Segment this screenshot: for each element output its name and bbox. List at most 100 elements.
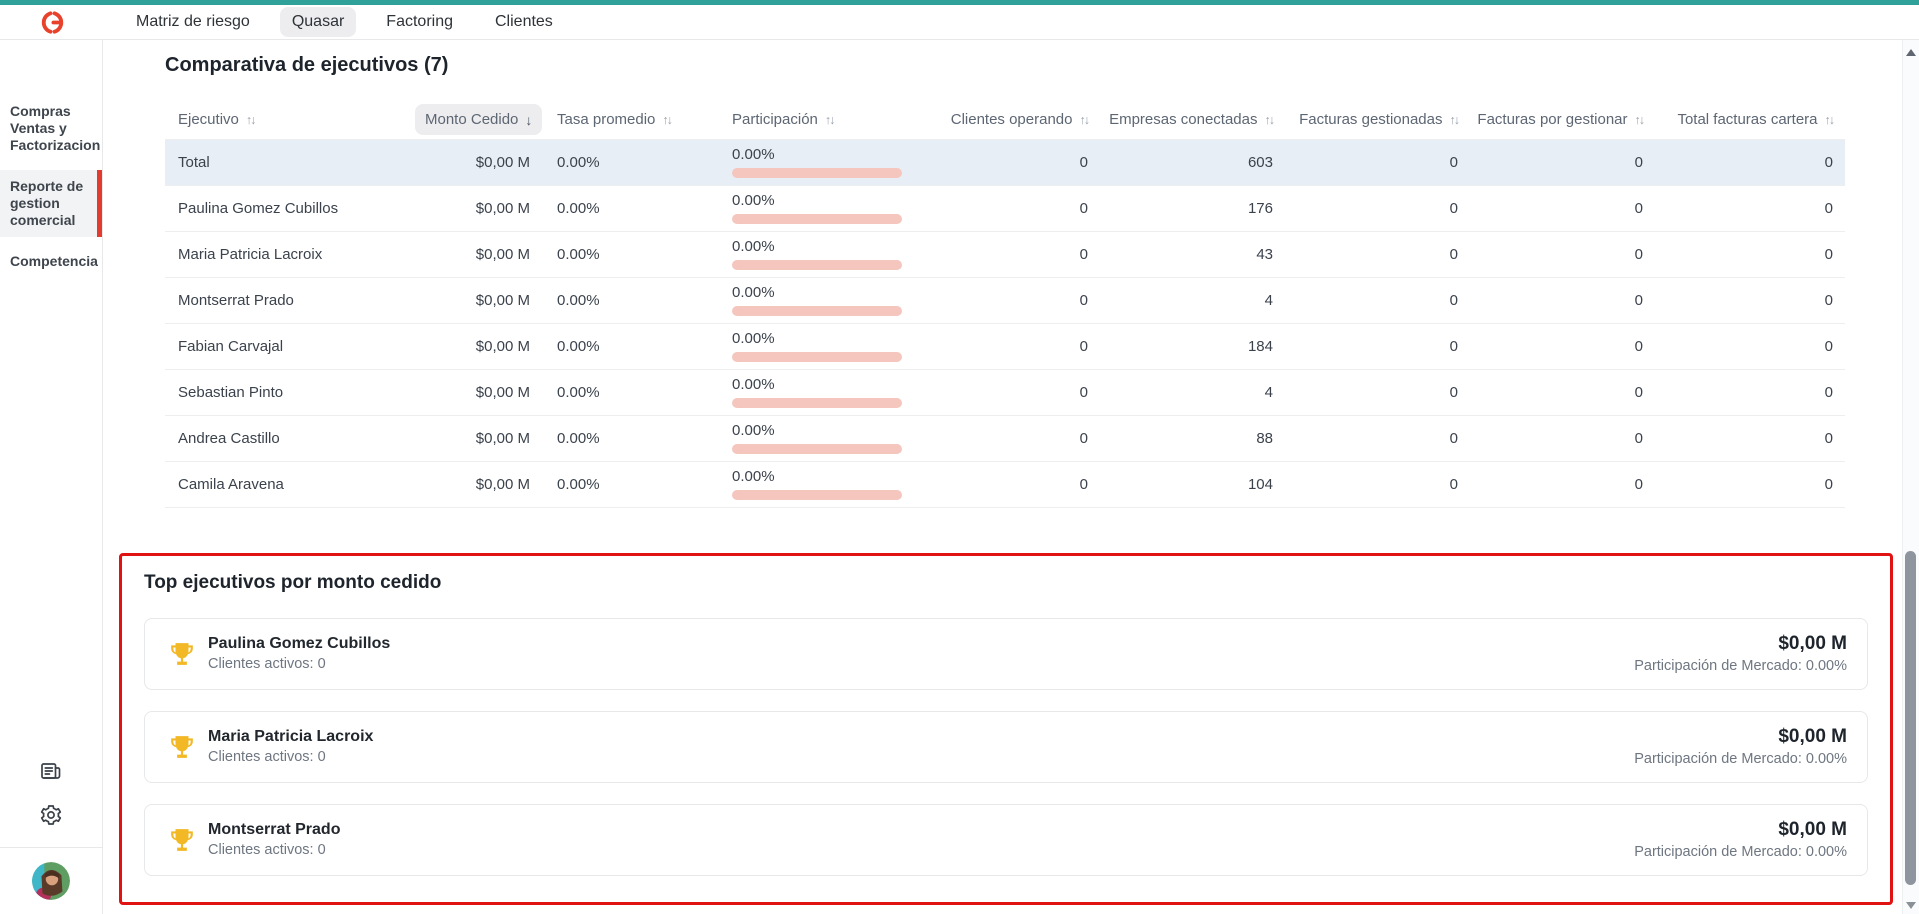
table-row-paulina-gomez-cubillos: Paulina Gomez Cubillos$0,00 M0.00%0.00%0… — [165, 185, 1845, 231]
cell-participacion: 0.00% — [715, 277, 905, 323]
sidebar-item-compras-ventas-y-factorizacion[interactable]: Compras Ventas y Factorizacion — [0, 95, 102, 162]
cell-participacion: 0.00% — [715, 185, 905, 231]
market-share-label: Participación de Mercado: 0.00% — [1634, 751, 1847, 767]
ceded-amount: $0,00 M — [1634, 819, 1847, 841]
table-body: Total$0,00 M0.00%0.00%0603000Paulina Gom… — [165, 139, 1845, 507]
cell-clientes: 0 — [905, 231, 1100, 277]
executives-table: Ejecutivo ↑↓ Monto Cedido ↓ Tasa promedi… — [165, 101, 1845, 508]
cell-participacion: 0.00% — [715, 139, 905, 185]
page-title: Comparativa de ejecutivos (7) — [165, 54, 1845, 77]
scrollbar-thumb[interactable] — [1905, 551, 1916, 885]
cell-empresas: 43 — [1100, 231, 1285, 277]
cell-ejecutivo: Camila Aravena — [165, 461, 415, 507]
cell-cartera: 0 — [1655, 231, 1845, 277]
nav-item-factoring[interactable]: Factoring — [374, 7, 465, 37]
column-header-ejecutivo[interactable]: Ejecutivo ↑↓ — [165, 101, 415, 139]
cell-empresas: 88 — [1100, 415, 1285, 461]
column-label: Participación — [732, 111, 818, 128]
column-label: Facturas por gestionar — [1477, 111, 1627, 128]
scroll-down-icon[interactable] — [1906, 902, 1916, 909]
table-row-maria-patricia-lacroix: Maria Patricia Lacroix$0,00 M0.00%0.00%0… — [165, 231, 1845, 277]
table-row-sebastian-pinto: Sebastian Pinto$0,00 M0.00%0.00%04000 — [165, 369, 1845, 415]
cell-gestionadas: 0 — [1285, 231, 1470, 277]
gear-icon[interactable] — [29, 793, 73, 837]
user-avatar[interactable] — [32, 862, 70, 900]
cell-empresas: 4 — [1100, 277, 1285, 323]
cell-por_gestionar: 0 — [1470, 461, 1655, 507]
cell-monto: $0,00 M — [415, 231, 540, 277]
cell-monto: $0,00 M — [415, 185, 540, 231]
nav-item-matriz-de-riesgo[interactable]: Matriz de riesgo — [124, 7, 262, 37]
cell-empresas: 176 — [1100, 185, 1285, 231]
top-nav: Matriz de riesgo Quasar Factoring Client… — [0, 5, 1919, 40]
market-share-label: Participación de Mercado: 0.00% — [1634, 658, 1847, 674]
column-header-empresas-conectadas[interactable]: Empresas conectadas ↑↓ — [1100, 101, 1285, 139]
sort-icon[interactable]: ↑↓ — [1265, 113, 1274, 127]
sort-icon[interactable]: ↑↓ — [246, 113, 255, 127]
cell-por_gestionar: 0 — [1470, 277, 1655, 323]
column-label: Monto Cedido — [425, 111, 518, 128]
participation-value: 0.00% — [732, 330, 775, 347]
column-label: Clientes operando — [951, 111, 1073, 128]
cell-cartera: 0 — [1655, 185, 1845, 231]
cell-tasa: 0.00% — [540, 277, 715, 323]
top-executive-card-montserrat-prado: Montserrat Prado Clientes activos: 0 $0,… — [144, 804, 1868, 876]
column-header-total-facturas-cartera[interactable]: Total facturas cartera ↑↓ — [1655, 101, 1845, 139]
brand-logo-icon[interactable] — [38, 8, 66, 36]
column-header-participaci-n[interactable]: Participación ↑↓ — [715, 101, 905, 139]
cell-clientes: 0 — [905, 139, 1100, 185]
column-label: Tasa promedio — [557, 111, 655, 128]
participation-value: 0.00% — [732, 468, 775, 485]
nav-item-quasar[interactable]: Quasar — [280, 7, 356, 37]
top-executive-card-maria-patricia-lacroix: Maria Patricia Lacroix Clientes activos:… — [144, 711, 1868, 783]
sidebar-item-competencia[interactable]: Competencia — [0, 245, 102, 278]
column-header-facturas-por-gestionar[interactable]: Facturas por gestionar ↑↓ — [1470, 101, 1655, 139]
sort-icon[interactable]: ↑↓ — [825, 113, 834, 127]
sidebar-item-reporte-de-gestion-comercial[interactable]: Reporte de gestion comercial — [0, 170, 102, 237]
table-row-montserrat-prado: Montserrat Prado$0,00 M0.00%0.00%04000 — [165, 277, 1845, 323]
column-header-tasa-promedio[interactable]: Tasa promedio ↑↓ — [540, 101, 715, 139]
cell-cartera: 0 — [1655, 139, 1845, 185]
cell-ejecutivo: Maria Patricia Lacroix — [165, 231, 415, 277]
sort-icon[interactable]: ↑↓ — [662, 113, 671, 127]
executives-table-section: Comparativa de ejecutivos (7) Ejecutivo … — [103, 40, 1902, 508]
participation-value: 0.00% — [732, 284, 775, 301]
column-header-monto-cedido[interactable]: Monto Cedido ↓ — [415, 101, 540, 139]
cell-por_gestionar: 0 — [1470, 139, 1655, 185]
news-icon[interactable] — [29, 749, 73, 793]
cell-clientes: 0 — [905, 369, 1100, 415]
cell-clientes: 0 — [905, 277, 1100, 323]
sort-icon[interactable]: ↓ — [525, 112, 532, 128]
participation-value: 0.00% — [732, 376, 775, 393]
column-header-facturas-gestionadas[interactable]: Facturas gestionadas ↑↓ — [1285, 101, 1470, 139]
sort-icon[interactable]: ↑↓ — [1080, 113, 1089, 127]
cell-participacion: 0.00% — [715, 369, 905, 415]
trophy-icon — [169, 827, 195, 853]
scroll-up-icon[interactable] — [1906, 49, 1916, 56]
cell-por_gestionar: 0 — [1470, 323, 1655, 369]
cell-ejecutivo: Andrea Castillo — [165, 415, 415, 461]
sort-icon[interactable]: ↑↓ — [1825, 113, 1834, 127]
main-content: Comparativa de ejecutivos (7) Ejecutivo … — [103, 40, 1902, 914]
participation-bar — [732, 306, 902, 316]
cell-gestionadas: 0 — [1285, 461, 1470, 507]
cell-tasa: 0.00% — [540, 185, 715, 231]
cell-gestionadas: 0 — [1285, 277, 1470, 323]
top-executives-section: Top ejecutivos por monto cedido Paulina … — [119, 553, 1893, 905]
cell-monto: $0,00 M — [415, 323, 540, 369]
table-row-andrea-castillo: Andrea Castillo$0,00 M0.00%0.00%088000 — [165, 415, 1845, 461]
sort-icon[interactable]: ↑↓ — [1635, 113, 1644, 127]
cell-participacion: 0.00% — [715, 323, 905, 369]
participation-bar — [732, 260, 902, 270]
vertical-scrollbar[interactable] — [1902, 40, 1919, 914]
table-row-total: Total$0,00 M0.00%0.00%0603000 — [165, 139, 1845, 185]
sort-icon[interactable]: ↑↓ — [1450, 113, 1459, 127]
cell-ejecutivo: Montserrat Prado — [165, 277, 415, 323]
table-row-fabian-carvajal: Fabian Carvajal$0,00 M0.00%0.00%0184000 — [165, 323, 1845, 369]
cell-gestionadas: 0 — [1285, 415, 1470, 461]
column-header-clientes-operando[interactable]: Clientes operando ↑↓ — [905, 101, 1100, 139]
nav-item-clientes[interactable]: Clientes — [483, 7, 565, 37]
sidebar-divider — [0, 847, 103, 848]
cell-cartera: 0 — [1655, 323, 1845, 369]
cell-clientes: 0 — [905, 185, 1100, 231]
